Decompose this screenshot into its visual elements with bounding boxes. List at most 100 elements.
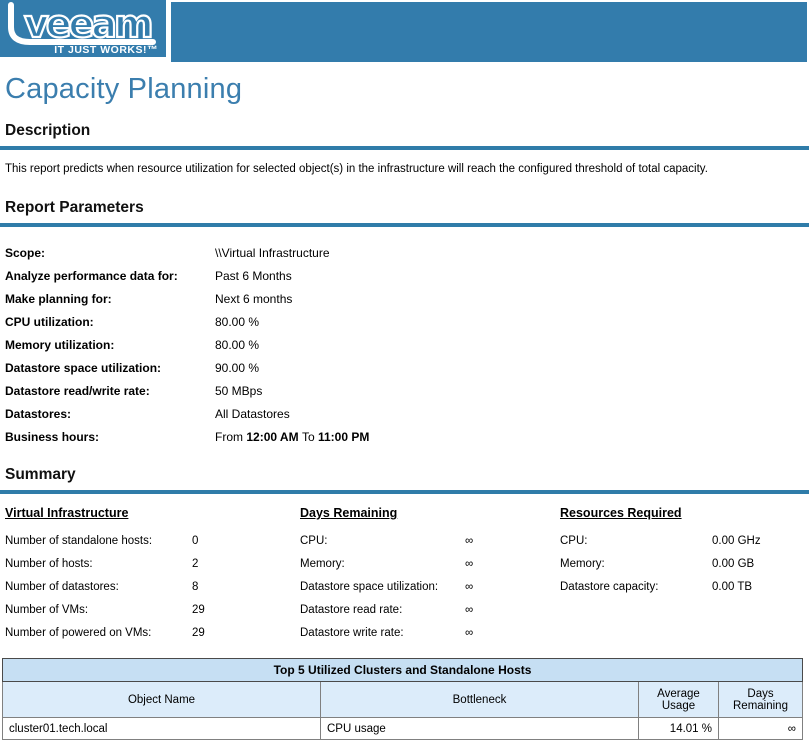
summary-value: 8 [192, 580, 199, 593]
summary-label: Number of standalone hosts: [5, 534, 153, 547]
summary-value: ∞ [465, 534, 474, 547]
summary-row: Datastore space utilization: ∞ [300, 575, 560, 598]
summary-value: ∞ [465, 557, 474, 570]
summary-label: Number of hosts: [5, 557, 93, 570]
summary-row: Number of hosts: 2 [5, 552, 300, 575]
parameter-value: 80.00 % [215, 314, 260, 329]
parameter-label: Datastore read/write rate: [5, 383, 150, 398]
table-title: Top 5 Utilized Clusters and Standalone H… [2, 658, 803, 682]
description-section: Description This report predicts when re… [0, 122, 809, 175]
parameter-label: Datastore space utilization: [5, 360, 162, 375]
business-hours-start: 12:00 AM [246, 429, 299, 444]
parameter-label: Analyze performance data for: [5, 268, 178, 283]
summary-label: Number of VMs: [5, 603, 89, 616]
page-title: Capacity Planning [5, 73, 243, 105]
parameter-value: 50 MBps [215, 383, 263, 398]
veeam-banner: veeam IT JUST WORKS!™ [0, 0, 809, 62]
parameter-value: Next 6 months [215, 291, 293, 306]
summary-row: Number of VMs: 29 [5, 598, 300, 621]
parameter-row: Datastores: All Datastores [5, 402, 809, 425]
column-header-bottleneck: Bottleneck [320, 681, 639, 718]
summary-label: CPU: [560, 534, 588, 547]
summary-column-heading: Resources Required [560, 506, 682, 520]
cell-average-usage: 14.01 % [638, 717, 719, 740]
parameter-label: CPU utilization: [5, 314, 94, 329]
parameter-row: Analyze performance data for: Past 6 Mon… [5, 264, 809, 287]
parameter-value: Past 6 Months [215, 268, 292, 283]
column-header-average-usage: Average Usage [638, 681, 719, 718]
parameter-row: Datastore read/write rate: 50 MBps [5, 379, 809, 402]
parameter-value: All Datastores [215, 406, 290, 421]
summary-value: 29 [192, 626, 205, 639]
column-header-days-remaining: Days Remaining [718, 681, 803, 718]
report-parameters-section: Report Parameters Scope: \\Virtual Infra… [0, 199, 809, 448]
parameter-list: Scope: \\Virtual Infrastructure Analyze … [5, 241, 809, 448]
summary-label: Datastore read rate: [300, 603, 403, 616]
summary-label: Number of datastores: [5, 580, 119, 593]
parameter-label: Datastores: [5, 406, 72, 421]
table-row: cluster01.tech.local CPU usage 14.01 % ∞ [2, 717, 803, 740]
business-hours-end: 11:00 PM [317, 429, 370, 444]
report-parameters-heading: Report Parameters [5, 199, 144, 216]
summary-row: Memory: 0.00 GB [560, 552, 809, 575]
parameter-label: Memory utilization: [5, 337, 115, 352]
summary-column-heading: Virtual Infrastructure [5, 506, 129, 520]
cell-object-name: cluster01.tech.local [2, 717, 321, 740]
summary-value: 29 [192, 603, 205, 616]
banner-bar [171, 2, 807, 62]
column-header-object-name: Object Name [2, 681, 321, 718]
logo-tagline: IT JUST WORKS!™ [54, 44, 158, 56]
summary-value: 0.00 TB [712, 580, 753, 593]
summary-value: ∞ [465, 626, 474, 639]
summary-column-resources-required: Resources Required CPU: 0.00 GHz Memory:… [560, 506, 809, 644]
summary-label: Memory: [560, 557, 605, 570]
summary-section: Summary Virtual Infrastructure Number of… [0, 466, 809, 644]
summary-value: 0.00 GHz [712, 534, 761, 547]
parameter-row: Memory utilization: 80.00 % [5, 333, 809, 356]
parameter-label: Business hours: [5, 429, 100, 444]
summary-row: Datastore write rate: ∞ [300, 621, 560, 644]
summary-value: ∞ [465, 580, 474, 593]
summary-value: 2 [192, 557, 199, 570]
summary-value: 0.00 GB [712, 557, 755, 570]
business-hours-from-word: From [215, 429, 243, 444]
parameter-label: Scope: [5, 245, 46, 260]
summary-label: CPU: [300, 534, 328, 547]
summary-row: CPU: 0.00 GHz [560, 529, 809, 552]
summary-row: Datastore read rate: ∞ [300, 598, 560, 621]
summary-value: ∞ [465, 603, 474, 616]
summary-column-virtual-infrastructure: Virtual Infrastructure Number of standal… [5, 506, 300, 644]
description-heading: Description [5, 122, 91, 139]
parameter-row: Make planning for: Next 6 months [5, 287, 809, 310]
parameter-row: Scope: \\Virtual Infrastructure [5, 241, 809, 264]
summary-value: 0 [192, 534, 199, 547]
parameter-row: CPU utilization: 80.00 % [5, 310, 809, 333]
cell-bottleneck: CPU usage [320, 717, 639, 740]
summary-label: Memory: [300, 557, 345, 570]
summary-label: Datastore write rate: [300, 626, 404, 639]
parameter-value: \\Virtual Infrastructure [215, 245, 330, 260]
parameter-row-business-hours: Business hours: From 12:00 AM To 11:00 P… [5, 425, 809, 448]
summary-heading: Summary [5, 466, 76, 483]
summary-row: Number of standalone hosts: 0 [5, 529, 300, 552]
summary-column-days-remaining: Days Remaining CPU: ∞ Memory: ∞ Datastor… [300, 506, 560, 644]
parameter-value: 80.00 % [215, 337, 260, 352]
parameter-value: From 12:00 AM To 11:00 PM [215, 430, 369, 444]
veeam-logo: veeam IT JUST WORKS!™ [0, 0, 166, 57]
parameter-label: Make planning for: [5, 291, 112, 306]
summary-rule [0, 490, 809, 494]
business-hours-to-word: To [301, 429, 315, 444]
summary-columns: Virtual Infrastructure Number of standal… [5, 506, 809, 644]
logo-wordmark: veeam [24, 2, 151, 46]
summary-column-heading: Days Remaining [300, 506, 398, 520]
report-parameters-rule [0, 223, 809, 227]
description-text: This report predicts when resource utili… [5, 163, 708, 175]
summary-label: Datastore capacity: [560, 580, 659, 593]
top5-utilized-table: Top 5 Utilized Clusters and Standalone H… [2, 658, 803, 740]
summary-row: Number of powered on VMs: 29 [5, 621, 300, 644]
parameter-value: 90.00 % [215, 360, 260, 375]
summary-row: Datastore capacity: 0.00 TB [560, 575, 809, 598]
summary-label: Number of powered on VMs: [5, 626, 152, 639]
summary-row: Memory: ∞ [300, 552, 560, 575]
table-title-row: Top 5 Utilized Clusters and Standalone H… [2, 658, 803, 682]
